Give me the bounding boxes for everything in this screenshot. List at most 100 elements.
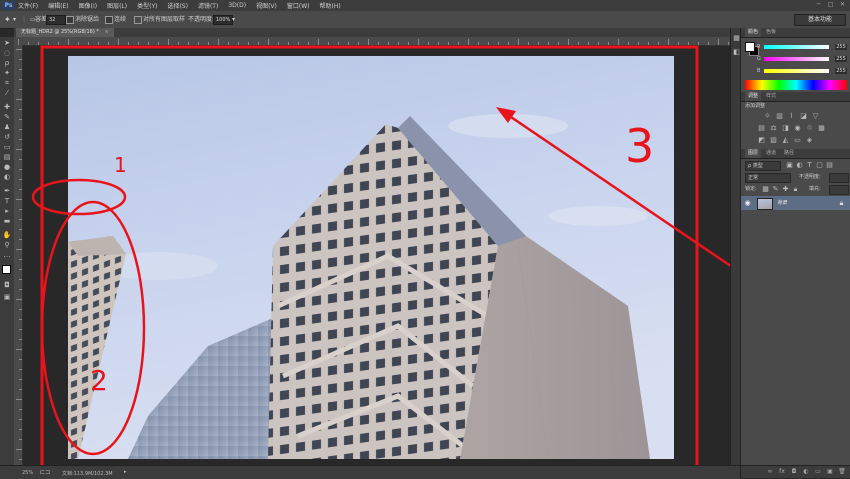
exposure-icon[interactable]: ◪ <box>799 112 808 120</box>
layer-style-icon[interactable]: fx <box>778 468 786 476</box>
red-channel-value[interactable]: 255 <box>835 44 847 50</box>
hue-saturation-icon[interactable]: ▤ <box>757 124 766 132</box>
menu-image[interactable]: 图像(I) <box>79 1 97 10</box>
pen-tool-icon[interactable]: ✒ <box>2 187 12 196</box>
tab-layers[interactable]: 图层 <box>745 149 762 158</box>
status-menu-arrow-icon[interactable]: ▸ <box>124 469 127 475</box>
brush-tool-icon[interactable]: ✎ <box>2 113 12 122</box>
history-brush-tool-icon[interactable]: ↺ <box>2 133 12 142</box>
filter-pixel-icon[interactable]: ▣ <box>785 161 794 169</box>
lock-image-icon[interactable]: ✎ <box>771 185 780 193</box>
delete-layer-icon[interactable]: 🗑︎ <box>838 468 846 476</box>
eyedropper-tool-icon[interactable]: ⁄ <box>2 89 12 98</box>
curves-icon[interactable]: ⌇ <box>787 112 796 120</box>
eraser-tool-icon[interactable]: ▭ <box>2 143 12 152</box>
tab-channels[interactable]: 通道 <box>763 149 779 158</box>
move-tool-icon[interactable]: ➤ <box>2 39 12 48</box>
filter-type-icon[interactable]: T <box>805 161 814 169</box>
menu-file[interactable]: 文件(F) <box>18 1 38 10</box>
quick-mask-icon[interactable]: ◘ <box>2 281 12 290</box>
crop-tool-icon[interactable]: ⌗ <box>2 79 12 88</box>
close-button[interactable]: ✕ <box>838 1 847 9</box>
green-channel-track[interactable] <box>764 57 829 61</box>
clone-stamp-tool-icon[interactable]: ♟ <box>2 123 12 132</box>
layer-row-background[interactable]: ◉ 背景 🔒︎ <box>741 196 850 210</box>
lock-all-icon[interactable]: 🔒︎ <box>791 185 800 193</box>
healing-brush-tool-icon[interactable]: ✚ <box>2 103 12 112</box>
maximize-button[interactable]: □ <box>826 1 835 9</box>
gradient-map-icon[interactable]: ▭ <box>793 136 802 144</box>
foreground-color-swatch[interactable] <box>2 265 11 274</box>
dodge-tool-icon[interactable]: ◐ <box>2 173 12 182</box>
status-info-icon[interactable]: ⊏⊐ <box>40 469 50 476</box>
blue-channel-slider[interactable]: B 255 <box>757 68 849 74</box>
vibrance-icon[interactable]: ▽ <box>811 112 820 120</box>
tab-swatches[interactable]: 色板 <box>763 28 779 37</box>
filter-smart-object-icon[interactable]: ▤ <box>825 161 834 169</box>
menu-select[interactable]: 选择(S) <box>167 1 188 10</box>
blue-channel-track[interactable] <box>764 69 829 73</box>
green-channel-value[interactable]: 255 <box>835 56 847 62</box>
new-group-icon[interactable]: ▭ <box>814 468 822 476</box>
add-mask-icon[interactable]: ◘ <box>790 468 798 476</box>
document-canvas-image[interactable] <box>68 56 674 459</box>
workspace-switcher[interactable]: 基本功能 <box>794 14 846 26</box>
magic-wand-tool-icon[interactable]: ✦ <box>2 69 12 78</box>
filter-shape-icon[interactable]: ▢ <box>815 161 824 169</box>
red-channel-slider[interactable]: R 255 <box>757 44 849 50</box>
zoom-level[interactable]: 25% <box>22 470 33 476</box>
color-spectrum-bar[interactable] <box>745 80 847 90</box>
document-tab-close-icon[interactable]: × <box>104 29 108 35</box>
new-adjustment-layer-icon[interactable]: ◐ <box>802 468 810 476</box>
posterize-icon[interactable]: ▨ <box>769 136 778 144</box>
blur-tool-icon[interactable]: ● <box>2 163 12 172</box>
green-channel-slider[interactable]: G 255 <box>757 56 849 62</box>
path-selection-tool-icon[interactable]: ▸ <box>2 207 12 216</box>
layer-kind-filter[interactable]: ρ 类型 <box>745 161 781 171</box>
tool-preset-dropdown-icon[interactable]: ▾ <box>13 15 16 24</box>
lock-position-icon[interactable]: ✚ <box>781 185 790 193</box>
menu-window[interactable]: 窗口(W) <box>287 1 310 10</box>
layer-opacity-input[interactable] <box>829 173 849 183</box>
opacity-dropdown-icon[interactable]: ▾ <box>232 15 235 24</box>
filter-adjustment-icon[interactable]: ◐ <box>795 161 804 169</box>
blend-mode-select[interactable]: 正常 <box>745 173 791 183</box>
photo-filter-icon[interactable]: ◉ <box>793 124 802 132</box>
menu-filter[interactable]: 滤镜(T) <box>198 1 218 10</box>
lock-transparent-icon[interactable]: ▦ <box>761 185 770 193</box>
type-tool-icon[interactable]: T <box>2 197 12 206</box>
minimize-button[interactable]: ─ <box>814 1 823 9</box>
threshold-icon[interactable]: ◭ <box>781 136 790 144</box>
link-layers-icon[interactable]: ∞ <box>766 468 774 476</box>
menu-edit[interactable]: 编辑(E) <box>48 1 68 10</box>
black-white-icon[interactable]: ◨ <box>781 124 790 132</box>
contiguous-checkbox[interactable] <box>105 16 113 24</box>
new-layer-icon[interactable]: ▣ <box>826 468 834 476</box>
visibility-eye-icon[interactable]: ◉ <box>743 199 752 207</box>
antialias-checkbox[interactable] <box>66 16 74 24</box>
tab-styles[interactable]: 样式 <box>763 92 779 101</box>
fill-input[interactable] <box>829 185 849 195</box>
channel-mixer-icon[interactable]: ♲ <box>805 124 814 132</box>
color-lookup-icon[interactable]: ▦ <box>817 124 826 132</box>
shape-tool-icon[interactable]: ▬ <box>2 217 12 226</box>
levels-icon[interactable]: ▥ <box>775 112 784 120</box>
screen-mode-icon[interactable]: ▣ <box>2 293 12 302</box>
opacity-input[interactable]: 100% <box>213 15 233 25</box>
hand-tool-icon[interactable]: ✋ <box>2 231 12 240</box>
menu-type[interactable]: 类型(Y) <box>137 1 157 10</box>
lasso-tool-icon[interactable]: ρ <box>2 59 12 68</box>
menu-help[interactable]: 帮助(H) <box>320 1 341 10</box>
blue-channel-value[interactable]: 255 <box>835 68 847 74</box>
layer-name[interactable]: 背景 <box>777 199 787 207</box>
invert-icon[interactable]: ◩ <box>757 136 766 144</box>
document-size-info[interactable]: 文档:113.9M/102.3M <box>62 470 113 477</box>
menu-layer[interactable]: 图层(L) <box>107 1 127 10</box>
marquee-tool-icon[interactable]: ◌ <box>2 49 12 58</box>
document-tab[interactable]: 无标题_HDR2 @ 25%(RGB/16) * × <box>16 28 114 37</box>
tolerance-input[interactable]: 32 <box>46 15 66 25</box>
magic-wand-icon[interactable]: ✦ <box>4 15 11 24</box>
zoom-tool-icon[interactable]: ⚲ <box>2 241 12 250</box>
color-balance-icon[interactable]: ⚖ <box>769 124 778 132</box>
red-channel-track[interactable] <box>764 45 829 49</box>
